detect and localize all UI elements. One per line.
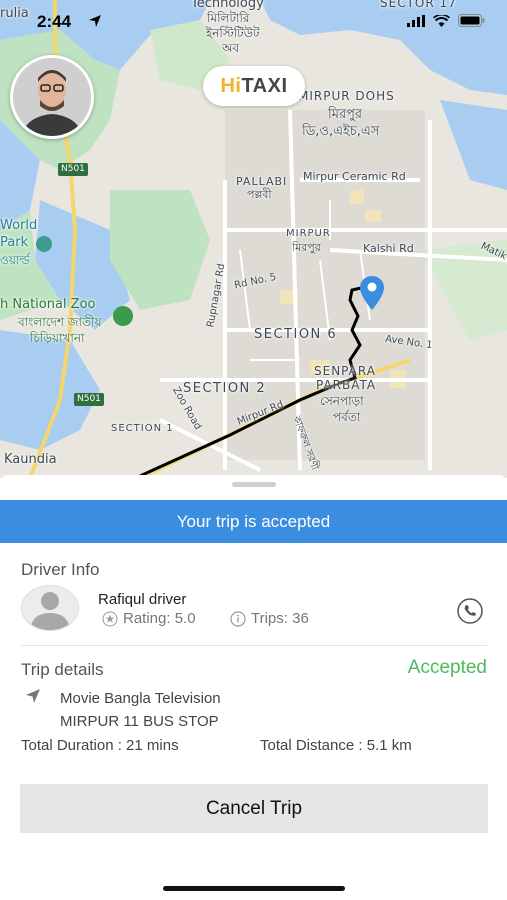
trip-details-title: Trip details (21, 660, 104, 679)
map-label-parbata: PARBATA (316, 378, 377, 392)
status-bar: 2:44 (0, 0, 507, 44)
status-time: 2:44 (37, 12, 72, 31)
home-indicator[interactable] (163, 886, 345, 891)
total-duration: Total Duration : 21 mins (21, 737, 179, 754)
rating-text: Rating: 5.0 (123, 610, 196, 627)
user-placeholder-icon (22, 586, 78, 630)
driver-rating: Rating: 5.0 (102, 610, 196, 627)
map-label-mirpur2: MIRPUR (286, 228, 331, 239)
map-label-section6: SECTION 6 (254, 327, 338, 342)
map-label-world: World (0, 218, 38, 233)
map-label-park: Park (0, 235, 29, 250)
status-icons (407, 14, 485, 27)
dropoff-location: MIRPUR 11 BUS STOP (60, 713, 219, 730)
battery-icon (458, 14, 485, 27)
trip-accepted-banner: Your trip is accepted (0, 500, 507, 543)
info-icon (230, 610, 246, 627)
map-label-mirpur-dohs: MIRPUR DOHS (298, 89, 395, 103)
map-label-pallabi-bn: পল্লবী (247, 188, 272, 201)
driver-avatar (21, 585, 79, 631)
map-label-zoo-bn2: চিড়িয়াখানা (30, 331, 85, 345)
map-label-mirpur2-bn: মিরপুর (292, 241, 321, 254)
map-label-national-zoo: h National Zoo (0, 297, 96, 312)
map-label-park-bn: ওয়ার্ল্ড (0, 253, 30, 267)
wifi-icon (433, 14, 450, 27)
logo-hi: Hi (220, 74, 242, 97)
pickup-location: Movie Bangla Television (60, 690, 221, 707)
phone-icon[interactable] (456, 597, 484, 625)
trips-text: Trips: 36 (251, 610, 309, 627)
hitaxi-logo: Hi TAXI (203, 66, 305, 106)
logo-taxi: TAXI (241, 74, 288, 97)
driver-name: Rafiqul driver (98, 591, 187, 608)
driver-info-title: Driver Info (21, 560, 100, 579)
navigation-icon (26, 689, 40, 703)
map-label-kalshi: Kalshi Rd (363, 242, 414, 255)
cancel-trip-button[interactable]: Cancel Trip (20, 784, 488, 833)
map-label-section2: SECTION 2 (183, 381, 267, 396)
trip-status-badge: Accepted (407, 657, 487, 678)
map-label-kaundia: Kaundia (4, 452, 57, 467)
map-label-n501b: N501 (77, 394, 101, 404)
total-distance: Total Distance : 5.1 km (260, 737, 412, 754)
location-arrow-icon (89, 15, 101, 27)
driver-trips: Trips: 36 (230, 610, 309, 627)
star-icon (102, 611, 118, 626)
map-label-mirpur-ceramic: Mirpur Ceramic Rd (303, 170, 406, 183)
map-label-n501: N501 (61, 164, 85, 174)
map-label-parbata-bn: পর্বতা (333, 410, 361, 424)
map-label-dohs-bn: ডি,ও,এইচ,এস (302, 124, 380, 139)
map-pin-icon[interactable] (358, 274, 386, 314)
map-label-senpara: SENPARA (314, 364, 376, 378)
map-label-section1: SECTION 1 (111, 423, 174, 434)
user-photo-icon (13, 58, 91, 136)
sheet-drag-handle[interactable] (232, 482, 276, 487)
section-divider (21, 645, 487, 646)
trip-bottom-sheet: Your trip is accepted Driver Info Rafiqu… (0, 475, 507, 900)
signal-icon (407, 14, 425, 27)
profile-avatar[interactable] (10, 55, 94, 139)
